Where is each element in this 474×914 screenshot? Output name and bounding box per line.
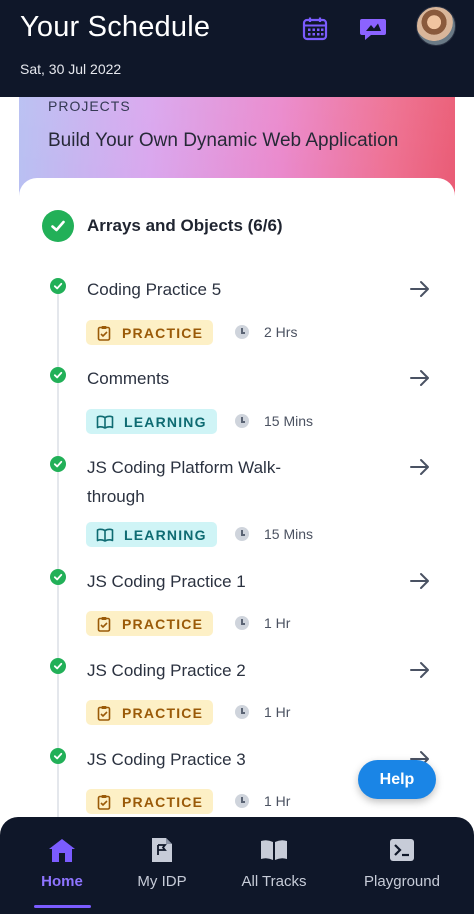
nav-home[interactable]: Home	[22, 817, 102, 914]
nav-my-idp[interactable]: My IDP	[122, 817, 202, 914]
clock-icon	[235, 705, 249, 719]
badge-label: LEARNING	[124, 413, 207, 430]
clock-icon	[235, 527, 249, 541]
open-book-icon	[96, 527, 114, 543]
home-icon	[48, 837, 76, 863]
active-tab-indicator	[34, 905, 91, 908]
duration-text: 15 Mins	[264, 526, 314, 542]
nav-label: Playground	[364, 873, 440, 890]
clock-icon	[235, 616, 249, 630]
nav-label: All Tracks	[241, 873, 307, 890]
book-icon	[260, 837, 288, 863]
item-title: JS Coding Platform Walk-through	[87, 458, 281, 506]
learning-badge: LEARNING	[86, 522, 217, 547]
open-book-icon	[96, 414, 114, 430]
nav-label: Home	[41, 873, 83, 890]
schedule-date: Sat, 30 Jul 2022	[20, 61, 122, 77]
clock-icon	[235, 794, 249, 808]
section-title: Arrays and Objects (6/6)	[87, 216, 283, 235]
page-title: Your Schedule	[20, 11, 211, 43]
arrow-right-icon[interactable]	[408, 277, 432, 301]
idp-document-icon	[148, 837, 176, 863]
clipboard-icon	[96, 325, 112, 341]
duration-text: 1 Hr	[264, 793, 291, 809]
arrow-right-icon[interactable]	[408, 658, 432, 682]
arrow-right-icon[interactable]	[408, 455, 432, 479]
nav-playground[interactable]: Playground	[352, 817, 452, 914]
duration-text: 1 Hr	[264, 615, 291, 631]
badge-label: PRACTICE	[122, 704, 204, 721]
terminal-icon	[388, 837, 416, 863]
item-title: JS Coding Practice 2	[87, 661, 246, 680]
practice-badge: PRACTICE	[86, 789, 214, 814]
item-title: Comments	[87, 369, 170, 388]
complete-check-icon	[50, 456, 66, 472]
clipboard-icon	[96, 705, 112, 721]
user-avatar[interactable]	[416, 6, 456, 46]
clipboard-icon	[96, 616, 112, 632]
community-button[interactable]	[358, 14, 388, 44]
clock-icon	[235, 325, 249, 339]
bottom-navigation: Home My IDP All Tracks Playground	[0, 817, 474, 914]
nav-all-tracks[interactable]: All Tracks	[229, 817, 319, 914]
project-title: Build Your Own Dynamic Web Application	[48, 130, 399, 151]
chat-icon	[360, 19, 386, 40]
clock-icon	[235, 414, 249, 428]
badge-label: PRACTICE	[122, 615, 204, 632]
item-title: JS Coding Practice 3	[87, 750, 246, 769]
complete-check-icon	[50, 748, 66, 764]
duration-text: 2 Hrs	[264, 324, 298, 340]
help-button[interactable]: Help	[358, 760, 436, 799]
arrow-right-icon[interactable]	[408, 366, 432, 390]
practice-badge: PRACTICE	[86, 700, 214, 725]
badge-label: PRACTICE	[122, 793, 204, 810]
duration-text: 15 Mins	[264, 413, 314, 429]
complete-check-icon	[50, 278, 66, 294]
learning-badge: LEARNING	[86, 409, 217, 434]
project-label: PROJECTS	[48, 98, 131, 114]
complete-check-icon	[50, 367, 66, 383]
nav-label: My IDP	[137, 873, 187, 890]
item-title: Coding Practice 5	[87, 280, 222, 299]
practice-badge: PRACTICE	[86, 611, 214, 636]
complete-check-icon	[50, 658, 66, 674]
section-complete-icon	[42, 210, 74, 242]
calendar-button[interactable]	[300, 14, 330, 44]
clipboard-icon	[96, 794, 112, 810]
calendar-icon	[302, 17, 328, 41]
complete-check-icon	[50, 569, 66, 585]
schedule-card: Arrays and Objects (6/6) Coding Practice…	[19, 178, 455, 842]
duration-text: 1 Hr	[264, 704, 291, 720]
practice-badge: PRACTICE	[86, 320, 214, 345]
badge-label: PRACTICE	[122, 324, 204, 341]
badge-label: LEARNING	[124, 526, 207, 543]
item-title: JS Coding Practice 1	[87, 572, 246, 591]
app-header: Your Schedule Sat, 30 Jul 2022	[0, 0, 474, 97]
arrow-right-icon[interactable]	[408, 569, 432, 593]
section-header[interactable]: Arrays and Objects (6/6)	[42, 210, 283, 242]
